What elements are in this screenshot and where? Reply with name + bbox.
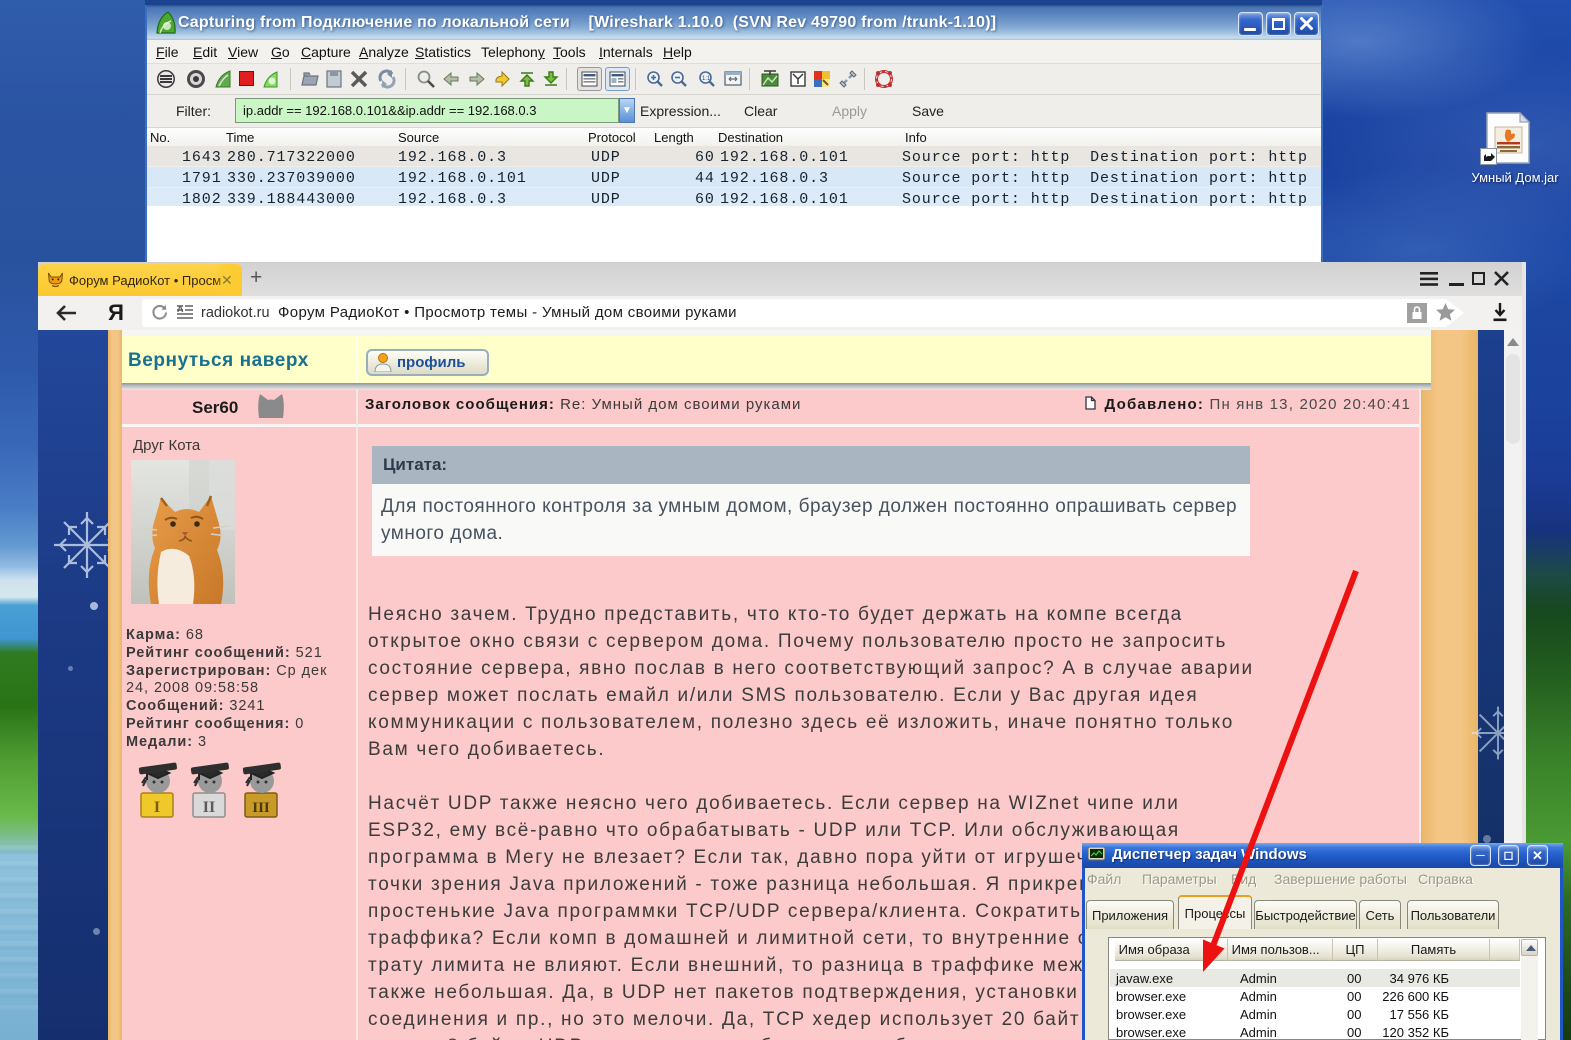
svg-text:1:1: 1:1 (702, 76, 711, 82)
svg-text:I: I (154, 799, 160, 816)
svg-text:II: II (203, 799, 215, 816)
svg-text:III: III (252, 800, 270, 816)
svg-text:A: A (177, 304, 184, 314)
